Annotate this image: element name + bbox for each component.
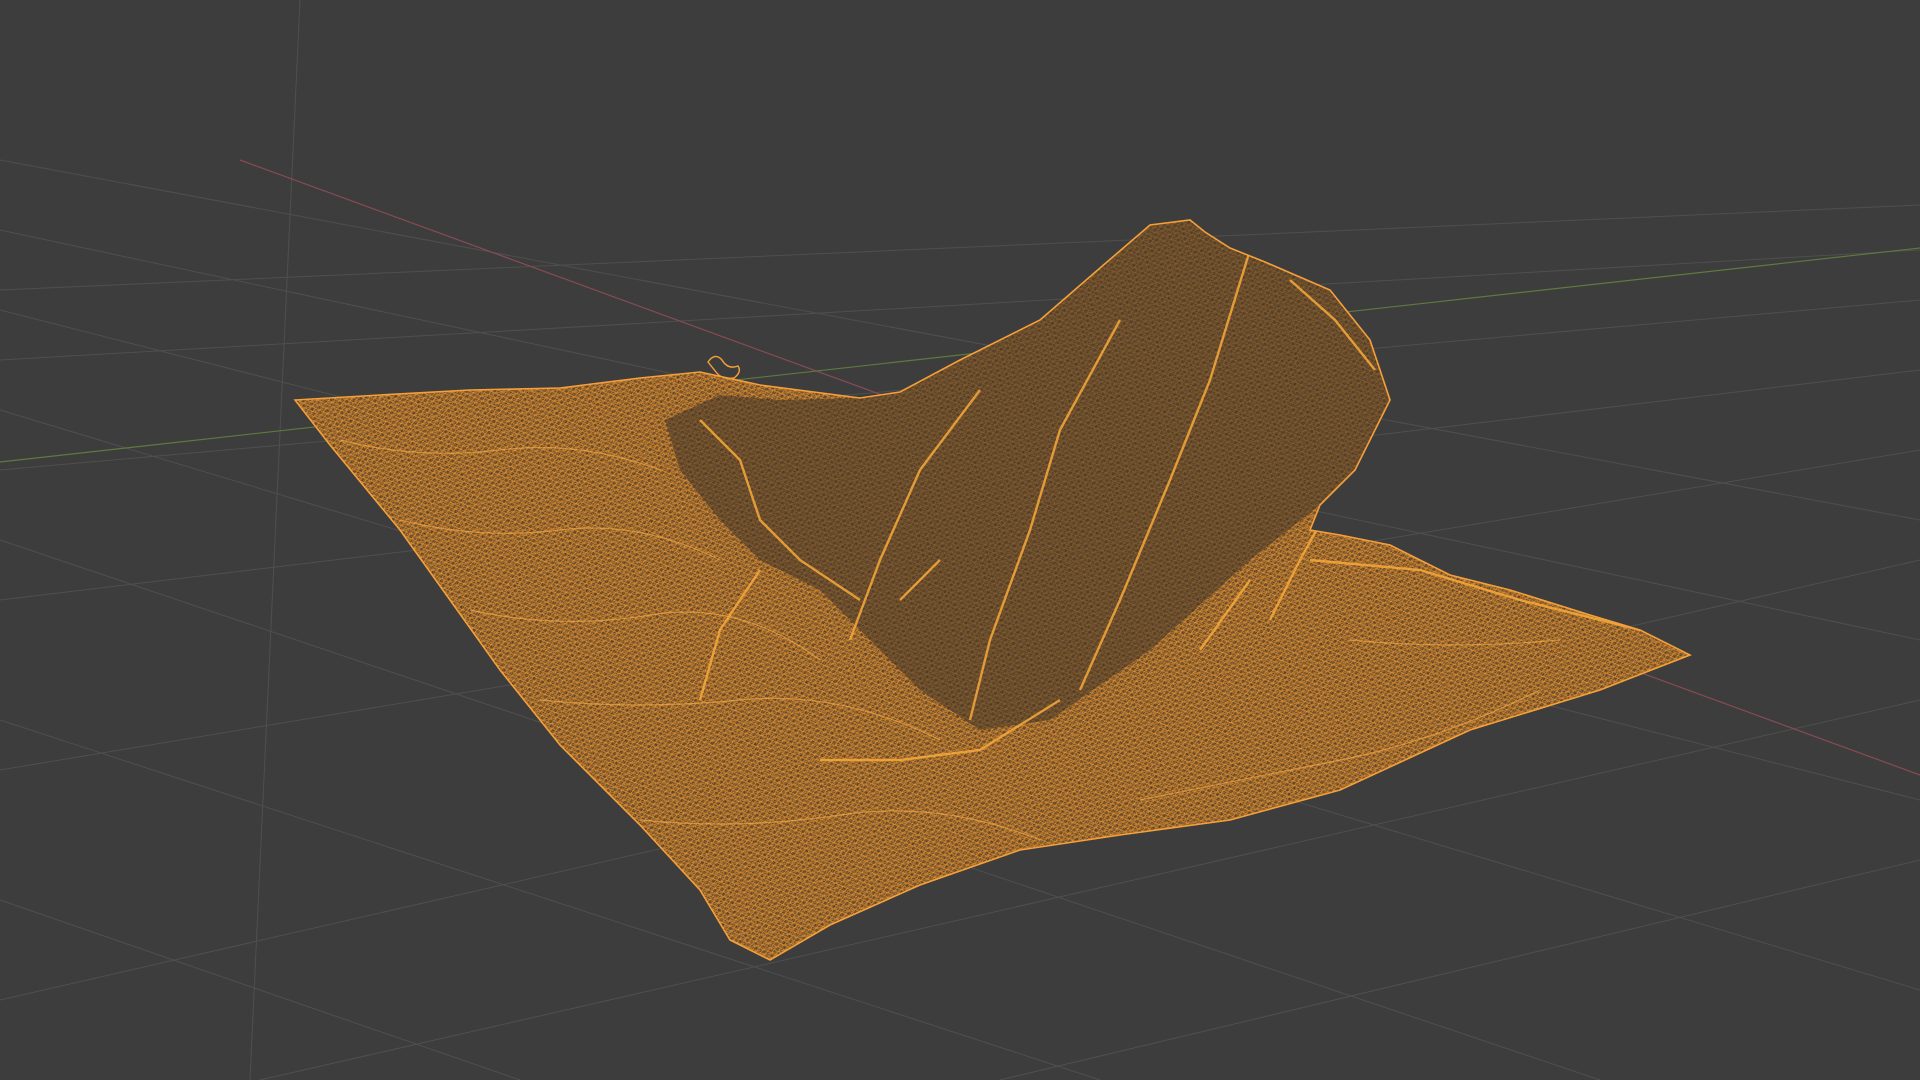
3d-viewport[interactable]	[0, 0, 1920, 1080]
viewport-canvas[interactable]	[0, 0, 1920, 1080]
terrain-mesh-object[interactable]	[280, 200, 1700, 980]
